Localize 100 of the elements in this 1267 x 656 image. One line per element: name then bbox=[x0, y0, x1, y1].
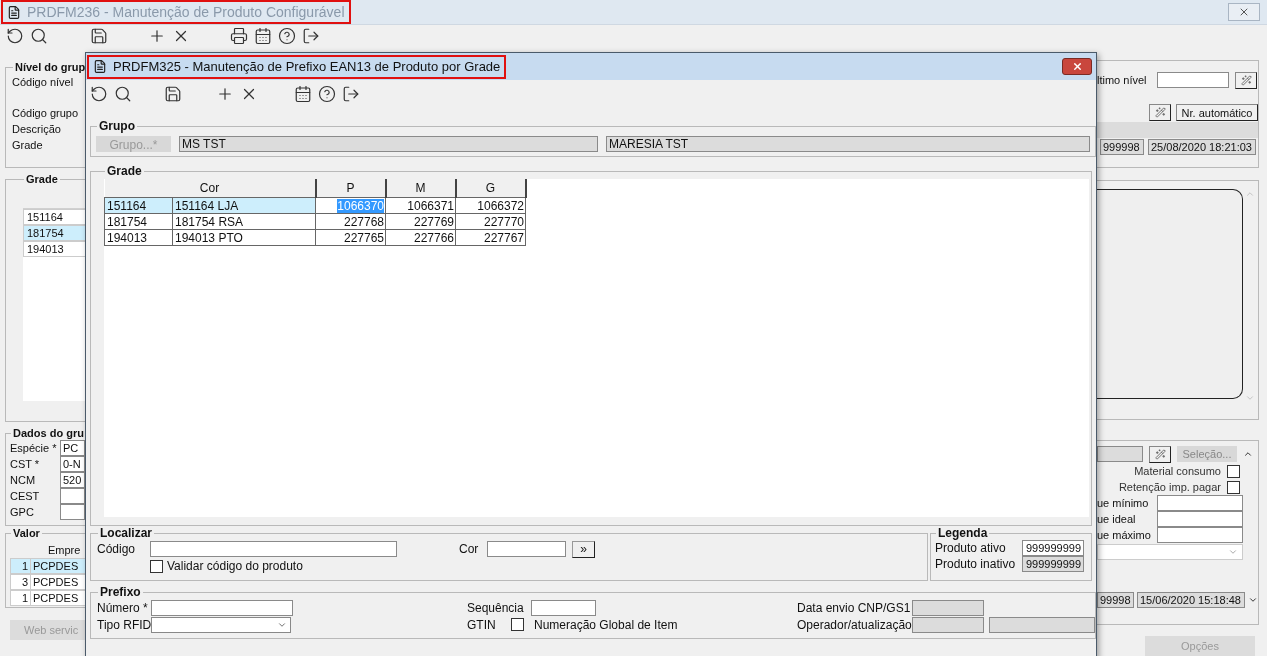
input-field[interactable]: 520 bbox=[60, 472, 85, 488]
group-title: Grade bbox=[106, 164, 143, 178]
table-cell: 1 bbox=[11, 559, 31, 573]
dropdown[interactable] bbox=[151, 616, 291, 633]
field-label: CST * bbox=[10, 456, 41, 472]
table-row[interactable]: 3 PCPDES bbox=[10, 574, 85, 590]
input-field[interactable]: 999998 bbox=[1100, 139, 1144, 155]
field-label: Cor bbox=[459, 541, 480, 558]
table-cell: 194013 PTO bbox=[172, 229, 316, 246]
group-title: Dados do gru bbox=[12, 426, 85, 440]
scroll-down-icon[interactable] bbox=[1248, 595, 1258, 605]
document-icon bbox=[7, 4, 21, 20]
input-field[interactable] bbox=[912, 616, 984, 633]
title-text: PRDFM325 - Manutenção de Prefixo EAN13 de Produto por Grade bbox=[113, 57, 501, 76]
wand-icon bbox=[1240, 74, 1252, 86]
table-cell-text: PCPDES bbox=[32, 559, 79, 573]
help-icon[interactable] bbox=[318, 84, 336, 103]
input-field[interactable]: PC bbox=[60, 440, 85, 456]
field-label: NCM bbox=[10, 472, 37, 488]
input-field[interactable] bbox=[1157, 495, 1243, 511]
input-field[interactable] bbox=[912, 599, 984, 616]
legend-label: Produto inativo bbox=[935, 556, 1017, 573]
save-icon[interactable] bbox=[164, 84, 182, 103]
input-field[interactable]: MS TST bbox=[179, 136, 598, 152]
field-label: GTIN bbox=[467, 616, 497, 634]
save-icon[interactable] bbox=[90, 27, 108, 46]
column-header[interactable]: P bbox=[315, 179, 386, 198]
checkbox[interactable] bbox=[511, 618, 524, 631]
auto-number-button[interactable]: Nr. automático bbox=[1176, 103, 1258, 121]
field-label: CEST bbox=[10, 488, 41, 504]
checkbox[interactable] bbox=[1227, 464, 1240, 478]
field-label: Número * bbox=[97, 599, 149, 617]
table-cell: 3 bbox=[11, 575, 31, 589]
undo-icon[interactable] bbox=[90, 84, 108, 103]
input-field[interactable] bbox=[1157, 511, 1243, 527]
column-header[interactable]: G bbox=[455, 179, 526, 198]
input-field[interactable] bbox=[1157, 527, 1243, 543]
calendar-icon[interactable] bbox=[254, 27, 272, 46]
input-field[interactable] bbox=[151, 599, 293, 616]
field-label: GPC bbox=[10, 504, 35, 520]
legend-label: Produto ativo bbox=[935, 540, 1007, 557]
table-cell[interactable]: 1066371 bbox=[385, 197, 456, 214]
input-field[interactable]: 99998 bbox=[1097, 592, 1134, 608]
help-icon[interactable] bbox=[278, 27, 296, 46]
field-label: Código grupo bbox=[12, 106, 80, 121]
wand-button[interactable] bbox=[1235, 71, 1257, 89]
input-field[interactable]: 25/08/2020 18:21:03 bbox=[1148, 139, 1256, 155]
input-field[interactable] bbox=[531, 599, 596, 616]
input-field[interactable]: MARESIA TST bbox=[606, 136, 1090, 152]
column-header[interactable]: Cor bbox=[104, 179, 316, 198]
table-row[interactable]: 151164 151164 LJA 1066370 1066371 1066372 bbox=[104, 197, 526, 214]
legend-value[interactable]: 999999999 bbox=[1022, 556, 1084, 572]
checkbox-label: Validar código do produto bbox=[167, 558, 303, 575]
scroll-up-icon[interactable] bbox=[1243, 449, 1253, 459]
field-label: Operador/atualização bbox=[797, 616, 912, 634]
input-field[interactable] bbox=[150, 541, 397, 557]
group-title: Legenda bbox=[937, 526, 989, 540]
undo-icon[interactable] bbox=[6, 27, 24, 46]
close-icon bbox=[1071, 61, 1083, 72]
input-field[interactable]: 0-N bbox=[60, 456, 85, 472]
table-cell: 181754 RSA bbox=[172, 213, 316, 230]
group-title: Grade bbox=[25, 172, 59, 186]
list-item[interactable]: 181754 bbox=[23, 225, 85, 241]
checkbox[interactable] bbox=[150, 559, 163, 573]
search-icon[interactable] bbox=[30, 27, 48, 46]
calendar-icon[interactable] bbox=[294, 84, 312, 103]
wand-icon bbox=[1154, 106, 1166, 118]
input-field[interactable] bbox=[487, 541, 566, 557]
checkbox[interactable] bbox=[1227, 480, 1240, 494]
table-cell: 194013 bbox=[104, 229, 173, 246]
field-label: Sequência bbox=[467, 599, 525, 617]
table-cell-text: PCPDES bbox=[32, 575, 79, 589]
field-label: Grade bbox=[12, 138, 44, 153]
list-item[interactable]: 194013 bbox=[23, 241, 85, 257]
group-title: Nível do grup bbox=[14, 60, 85, 74]
exit-icon[interactable] bbox=[302, 27, 320, 46]
table-cell[interactable]: 1066372 bbox=[455, 197, 526, 214]
memo-field[interactable] bbox=[1097, 189, 1243, 399]
group-title: Prefixo bbox=[99, 585, 142, 599]
search-next-button[interactable]: » bbox=[572, 540, 595, 558]
wand-button[interactable] bbox=[1149, 103, 1171, 121]
field-label: Espécie * bbox=[10, 440, 58, 456]
table-row[interactable]: 1 PCPDES bbox=[10, 558, 85, 574]
input-field[interactable] bbox=[1157, 72, 1229, 88]
input-field[interactable] bbox=[989, 616, 1095, 633]
print-icon[interactable] bbox=[230, 27, 248, 46]
field-label: ue máximo bbox=[1097, 527, 1152, 543]
input-field[interactable] bbox=[1097, 446, 1143, 462]
column-header[interactable]: M bbox=[385, 179, 456, 198]
search-icon[interactable] bbox=[114, 84, 132, 103]
input-field[interactable] bbox=[60, 488, 85, 504]
legend-value[interactable]: 999999999 bbox=[1022, 540, 1084, 556]
table-cell: 1 bbox=[11, 591, 31, 605]
input-field[interactable]: 15/06/2020 15:18:48 bbox=[1137, 592, 1245, 608]
exit-icon[interactable] bbox=[342, 84, 360, 103]
input-field[interactable] bbox=[60, 504, 85, 520]
close-button[interactable] bbox=[1062, 58, 1092, 75]
list-item[interactable]: 151164 bbox=[23, 209, 85, 225]
wand-button[interactable] bbox=[1149, 445, 1171, 463]
table-row[interactable]: 1 PCPDES bbox=[10, 590, 85, 606]
